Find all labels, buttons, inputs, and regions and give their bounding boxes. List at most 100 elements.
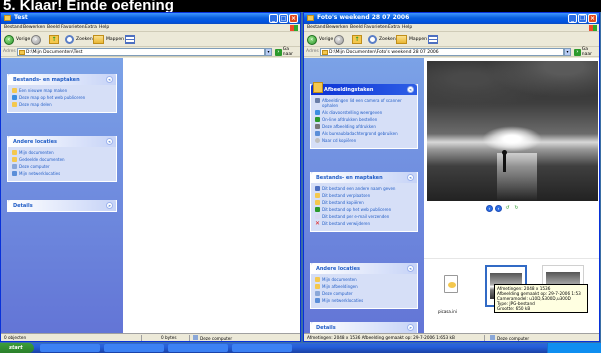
new-folder-icon	[12, 88, 17, 93]
camera-icon	[315, 98, 320, 103]
web-publish-icon	[12, 95, 17, 100]
title-bar[interactable]: Test _ □ ×	[1, 13, 300, 24]
forward-button[interactable]: ›	[31, 34, 41, 45]
forward-button[interactable]: ›	[334, 34, 344, 45]
title-bar[interactable]: Foto's weekend 28 07 2006 _ ❐ ×	[304, 13, 599, 24]
place-my-computer[interactable]: Deze computer	[315, 291, 413, 296]
up-folder-button[interactable]: ↑	[49, 34, 59, 45]
views-button[interactable]	[125, 34, 135, 45]
taskbar-window-button[interactable]	[104, 344, 164, 352]
maximize-button[interactable]: □	[279, 14, 288, 23]
task-copy-file[interactable]: Dit bestand kopiëren	[315, 200, 413, 205]
minimize-button[interactable]: _	[269, 14, 278, 23]
expand-icon[interactable]: »	[106, 202, 113, 209]
go-button[interactable]: › Ga naar	[574, 47, 599, 57]
place-network[interactable]: Mijn netwerklocaties	[12, 171, 112, 176]
views-button[interactable]	[428, 34, 438, 45]
panel-header[interactable]: Andere locaties «	[8, 136, 116, 147]
search-button[interactable]: Zoeken	[65, 34, 93, 45]
folders-button[interactable]: Mappen	[93, 34, 124, 45]
menu-favorites[interactable]: Favorieten	[364, 25, 388, 30]
rotate-left-icon[interactable]: ↺	[504, 205, 511, 212]
task-rename-file[interactable]: Dit bestand een andere naam geven	[315, 186, 413, 191]
place-network[interactable]: Mijn netwerklocaties	[315, 298, 413, 303]
back-button[interactable]: ‹ Vorige	[307, 34, 333, 45]
task-copy-cd[interactable]: Naar cd kopiëren	[315, 138, 413, 143]
taskbar-window-button[interactable]	[232, 344, 292, 352]
task-get-pictures[interactable]: Afbeeldingen lid een camera of scanner o…	[315, 98, 413, 108]
menu-view[interactable]: Beeld	[350, 25, 363, 30]
minimize-button[interactable]: _	[568, 14, 577, 23]
next-image-icon[interactable]: ›	[495, 205, 502, 212]
expand-icon[interactable]: »	[407, 324, 414, 331]
collapse-icon[interactable]: «	[407, 265, 414, 272]
menu-view[interactable]: Beeld	[47, 25, 60, 30]
panel-header[interactable]: Andere locaties «	[311, 263, 417, 274]
taskbar-window-button[interactable]	[168, 344, 228, 352]
rotate-right-icon[interactable]: ↻	[513, 205, 520, 212]
folders-button[interactable]: Mappen	[396, 34, 427, 45]
menu-help[interactable]: Help	[402, 25, 412, 30]
close-button[interactable]: ×	[588, 14, 597, 23]
restore-button[interactable]: ❐	[578, 14, 587, 23]
up-folder-button[interactable]: ↑	[352, 34, 362, 45]
menu-edit[interactable]: Bewerken	[23, 25, 45, 30]
previous-image-icon[interactable]: ‹	[486, 205, 493, 212]
task-share-folder[interactable]: Deze map delen	[12, 102, 112, 107]
computer-icon	[490, 335, 495, 340]
task-publish-file[interactable]: Dit bestand op het web publiceren	[315, 207, 413, 212]
address-field[interactable]: D:\Mijn Documenten\Foto's weekend 28 07 …	[320, 48, 564, 56]
search-button[interactable]: Zoeken	[368, 34, 396, 45]
panel-header[interactable]: Afbeeldingstaken «	[311, 82, 417, 95]
place-my-pictures[interactable]: Mijn afbeeldingen	[315, 284, 413, 289]
collapse-icon[interactable]: «	[407, 174, 414, 181]
panel-header[interactable]: Bestands- en maptaken «	[8, 74, 116, 85]
start-button[interactable]: start	[0, 343, 34, 353]
collapse-icon[interactable]: «	[106, 76, 113, 83]
task-delete-file[interactable]: ✕ Dit bestand verwijderen	[315, 221, 413, 227]
place-my-documents[interactable]: Mijn documenten	[315, 277, 413, 282]
menu-tools[interactable]: Extra	[85, 25, 97, 30]
my-documents-icon	[315, 277, 320, 282]
panel-header[interactable]: Bestands- en maptaken «	[311, 172, 417, 183]
back-button[interactable]: ‹ Vorige	[4, 34, 30, 45]
menu-tools[interactable]: Extra	[388, 25, 400, 30]
close-button[interactable]: ×	[289, 14, 298, 23]
collapse-icon[interactable]: «	[106, 138, 113, 145]
share-folder-icon	[12, 102, 17, 107]
place-my-computer[interactable]: Deze computer	[12, 164, 112, 169]
panel-header[interactable]: Details»	[311, 322, 417, 333]
task-slideshow[interactable]: Als diavoorstelling weergeven	[315, 110, 413, 115]
menu-file[interactable]: Bestand	[4, 25, 22, 30]
go-button[interactable]: › Ga naar	[275, 47, 300, 57]
task-email-file[interactable]: Dit bestand per e-mail verzenden	[315, 214, 413, 219]
taskbar-window-button[interactable]	[40, 344, 100, 352]
address-field[interactable]: D:\Mijn Documenten\Test	[17, 48, 265, 56]
taskbar: start	[0, 343, 601, 353]
menu-help[interactable]: Help	[99, 25, 109, 30]
place-my-documents[interactable]: Mijn documenten	[12, 150, 112, 155]
collapse-icon[interactable]: «	[407, 86, 414, 93]
task-publish-folder[interactable]: Deze map op het web publiceren	[12, 95, 112, 100]
photo-preview[interactable]	[427, 61, 598, 201]
file-list-empty[interactable]	[123, 58, 300, 333]
task-new-folder[interactable]: Een nieuwe map maken	[12, 88, 112, 93]
panel-picture-tasks: Afbeeldingstaken « Afbeeldingen lid een c…	[310, 82, 418, 149]
thumbnail-picasa-ini[interactable]	[431, 265, 473, 307]
task-pane: Bestands- en maptaken « Een nieuwe map ma…	[1, 58, 123, 333]
task-move-file[interactable]: Dit bestand verplaatsen	[315, 193, 413, 198]
task-print-picture[interactable]: Deze afbeelding afdrukken	[315, 124, 413, 129]
shared-documents-icon	[12, 157, 17, 162]
task-order-prints[interactable]: On-line afdrukken bestellen	[315, 117, 413, 122]
menu-edit[interactable]: Bewerken	[326, 25, 348, 30]
menu-file[interactable]: Bestand	[307, 25, 325, 30]
menu-favorites[interactable]: Favorieten	[61, 25, 85, 30]
place-shared-documents[interactable]: Gedeelde documenten	[12, 157, 112, 162]
folder-icon	[4, 15, 11, 21]
panel-header[interactable]: Details»	[8, 200, 116, 211]
my-pictures-icon	[315, 284, 320, 289]
task-set-background[interactable]: Als bureaubladachtergrond gebruiken	[315, 131, 413, 136]
address-dropdown[interactable]: ▾	[265, 48, 272, 56]
address-dropdown[interactable]: ▾	[564, 48, 571, 56]
system-tray	[547, 343, 601, 353]
